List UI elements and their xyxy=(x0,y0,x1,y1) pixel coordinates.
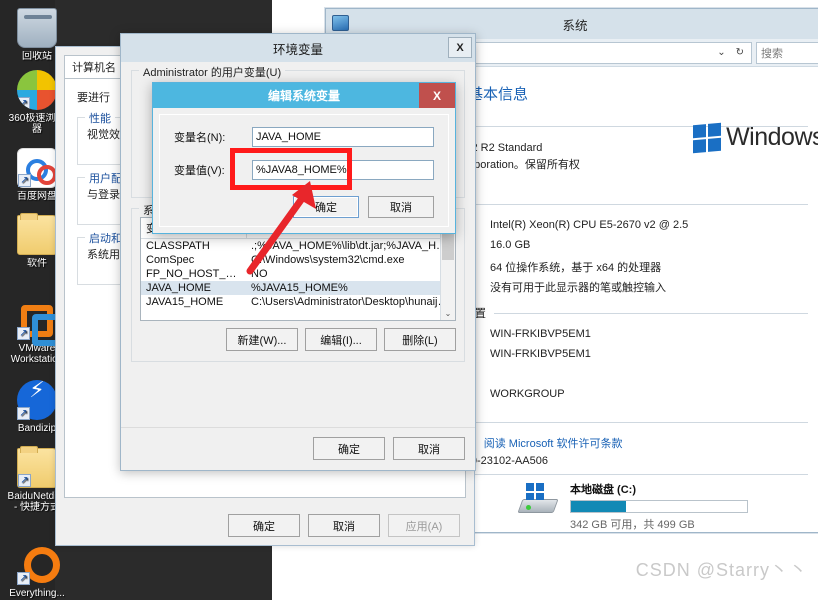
shortcut-arrow-icon: ↗ xyxy=(17,407,30,420)
environment-variables-title: 环境变量 xyxy=(272,42,323,57)
cell-value: %JAVA15_HOME% xyxy=(246,281,455,295)
group-legend: 性能 xyxy=(85,110,115,126)
environment-variables-titlebar: 环境变量 X xyxy=(121,34,475,62)
divider xyxy=(121,427,475,428)
cancel-button[interactable]: 取消 xyxy=(393,437,465,460)
refresh-icon[interactable]: ↻ xyxy=(733,47,747,58)
shortcut-arrow-icon: ↗ xyxy=(18,474,31,487)
edit-system-variable-dialog: 编辑系统变量 X 变量名(N): 变量值(V): 确定 取消 xyxy=(152,82,456,234)
recycle-bin-icon xyxy=(17,8,57,48)
local-disk-icon xyxy=(517,483,560,515)
search-input[interactable]: 搜索 xyxy=(756,41,818,64)
variable-name-input[interactable] xyxy=(252,127,434,147)
variable-name-row: 变量名(N): xyxy=(174,127,434,147)
cell-variable: JAVA15_HOME xyxy=(146,296,224,308)
desktop-icon-everything[interactable]: ↗ Everything... xyxy=(6,545,68,599)
spec-value: WIN-FRKIBVP5EM1 xyxy=(490,348,591,360)
spec-value: 16.0 GB xyxy=(490,239,531,251)
cell-variable: JAVA_HOME xyxy=(141,281,246,295)
system-properties-buttons: 确定 取消 应用(A) xyxy=(56,514,474,537)
variable-value-input[interactable] xyxy=(252,160,434,180)
table-row[interactable]: FP_NO_HOST_CH... NO xyxy=(141,267,455,281)
ok-button[interactable]: 确定 xyxy=(293,196,359,218)
everything-icon: ↗ xyxy=(17,545,60,585)
close-icon[interactable]: X xyxy=(419,83,455,108)
table-row[interactable]: ComSpec C:\Windows\system32\cmd.exe xyxy=(141,253,455,267)
cell-value: C:\Windows\system32\cmd.exe xyxy=(251,254,405,266)
divider xyxy=(428,421,808,423)
bandizip-icon: ↗ xyxy=(17,380,57,420)
ok-button[interactable]: 确定 xyxy=(313,437,385,460)
drive-body-shape xyxy=(517,499,559,513)
shortcut-arrow-icon: ↗ xyxy=(18,174,31,187)
table-row[interactable]: JAVA15_HOME C:\Users\Administrator\Deskt… xyxy=(141,295,455,309)
variable-value-row: 变量值(V): xyxy=(174,160,434,180)
screen: 回收站 ↗ 360极速浏览器 ↗ 百度网盘 软件 ↗ VMware Workst… xyxy=(0,0,818,600)
cell-value: .;%JAVA_HOME%\lib\dt.jar;%JAVA_HOM... xyxy=(251,240,455,252)
system-window-title: 系统 xyxy=(562,18,588,33)
scrollbar-thumb[interactable] xyxy=(442,234,454,260)
license-terms-link[interactable]: 阅读 Microsoft 软件许可条款 xyxy=(484,438,623,450)
vmware-icon: ↗ xyxy=(17,300,64,346)
360-browser-icon: ↗ xyxy=(17,70,57,110)
environment-variables-buttons: 确定 取消 xyxy=(313,437,465,460)
windows-logo-icon xyxy=(693,122,722,153)
windows-flag-icon xyxy=(526,483,544,500)
close-icon[interactable]: X xyxy=(448,37,472,58)
delete-variable-button[interactable]: 删除(L) xyxy=(384,328,456,351)
spec-value xyxy=(490,368,808,384)
shortcut-arrow-icon: ↗ xyxy=(17,327,30,340)
drive-led-icon xyxy=(526,505,531,510)
edit-variable-button[interactable]: 编辑(I)... xyxy=(305,328,377,351)
cell-variable: CLASSPATH xyxy=(146,240,210,252)
table-row-selected[interactable]: JAVA_HOME %JAVA15_HOME% xyxy=(141,281,455,295)
cell-value: C:\Users\Administrator\Desktop\hunaijin.… xyxy=(251,296,455,308)
ok-button[interactable]: 确定 xyxy=(228,514,300,537)
shortcut-arrow-icon: ↗ xyxy=(17,572,30,585)
folder-icon xyxy=(17,213,57,255)
group-legend: Administrator 的用户变量(U) xyxy=(139,64,286,80)
local-disk-info: 本地磁盘 (C:) 342 GB 可用，共 499 GB xyxy=(570,481,748,532)
spec-value: 64 位操作系统，基于 x64 的处理器 xyxy=(490,262,662,274)
spec-value: WORKGROUP xyxy=(490,388,565,400)
cell-variable: FP_NO_HOST_CH... xyxy=(146,268,246,280)
local-disk-free-label: 342 GB 可用，共 499 GB xyxy=(570,519,695,531)
folder-icon: ↗ xyxy=(17,446,57,488)
variable-name-label: 变量名(N): xyxy=(174,132,226,144)
cell-variable: ComSpec xyxy=(146,254,195,266)
local-disk-title[interactable]: 本地磁盘 (C:) xyxy=(570,481,748,497)
edit-dialog-titlebar: 编辑系统变量 X xyxy=(153,83,455,108)
spec-value: 没有可用于此显示器的笔或触控输入 xyxy=(490,282,666,294)
chevron-down-icon[interactable]: ⌄ xyxy=(714,47,728,58)
system-window-icon xyxy=(332,15,349,31)
edit-dialog-buttons: 确定 取消 xyxy=(293,196,434,218)
desktop-icon-label: Everything... xyxy=(9,588,65,599)
spec-value: Intel(R) Xeon(R) CPU E5-2670 v2 @ 2.5 xyxy=(490,219,689,231)
spec-value: WIN-FRKIBVP5EM1 xyxy=(490,328,591,340)
divider xyxy=(494,312,808,314)
shortcut-arrow-icon: ↗ xyxy=(17,97,30,110)
new-variable-button[interactable]: 新建(W)... xyxy=(226,328,298,351)
edit-dialog-body: 变量名(N): 变量值(V): 确定 取消 xyxy=(159,114,449,227)
apply-button[interactable]: 应用(A) xyxy=(388,514,460,537)
cancel-button[interactable]: 取消 xyxy=(368,196,434,218)
table-row[interactable]: CLASSPATH .;%JAVA_HOME%\lib\dt.jar;%JAVA… xyxy=(141,239,455,254)
windows-logo-group: Windows xyxy=(693,122,818,153)
disk-usage-bar xyxy=(570,500,748,513)
windows-logo-text: Windows xyxy=(726,123,818,151)
tab-computer-name[interactable]: 计算机名 xyxy=(64,55,124,78)
system-variables-actions: 新建(W)... 编辑(I)... 删除(L) xyxy=(140,328,456,351)
cell-value: NO xyxy=(251,268,268,280)
variable-value-label: 变量值(V): xyxy=(174,165,225,177)
disk-usage-fill xyxy=(571,501,626,512)
watermark-text: CSDN @Starry丶丶 xyxy=(635,560,808,580)
search-placeholder-label: 搜索 xyxy=(761,47,783,60)
edit-dialog-title: 编辑系统变量 xyxy=(267,89,340,103)
scroll-down-icon[interactable]: ⌄ xyxy=(441,306,455,320)
cancel-button[interactable]: 取消 xyxy=(308,514,380,537)
baidu-netdisk-icon: ↗ xyxy=(17,148,57,188)
